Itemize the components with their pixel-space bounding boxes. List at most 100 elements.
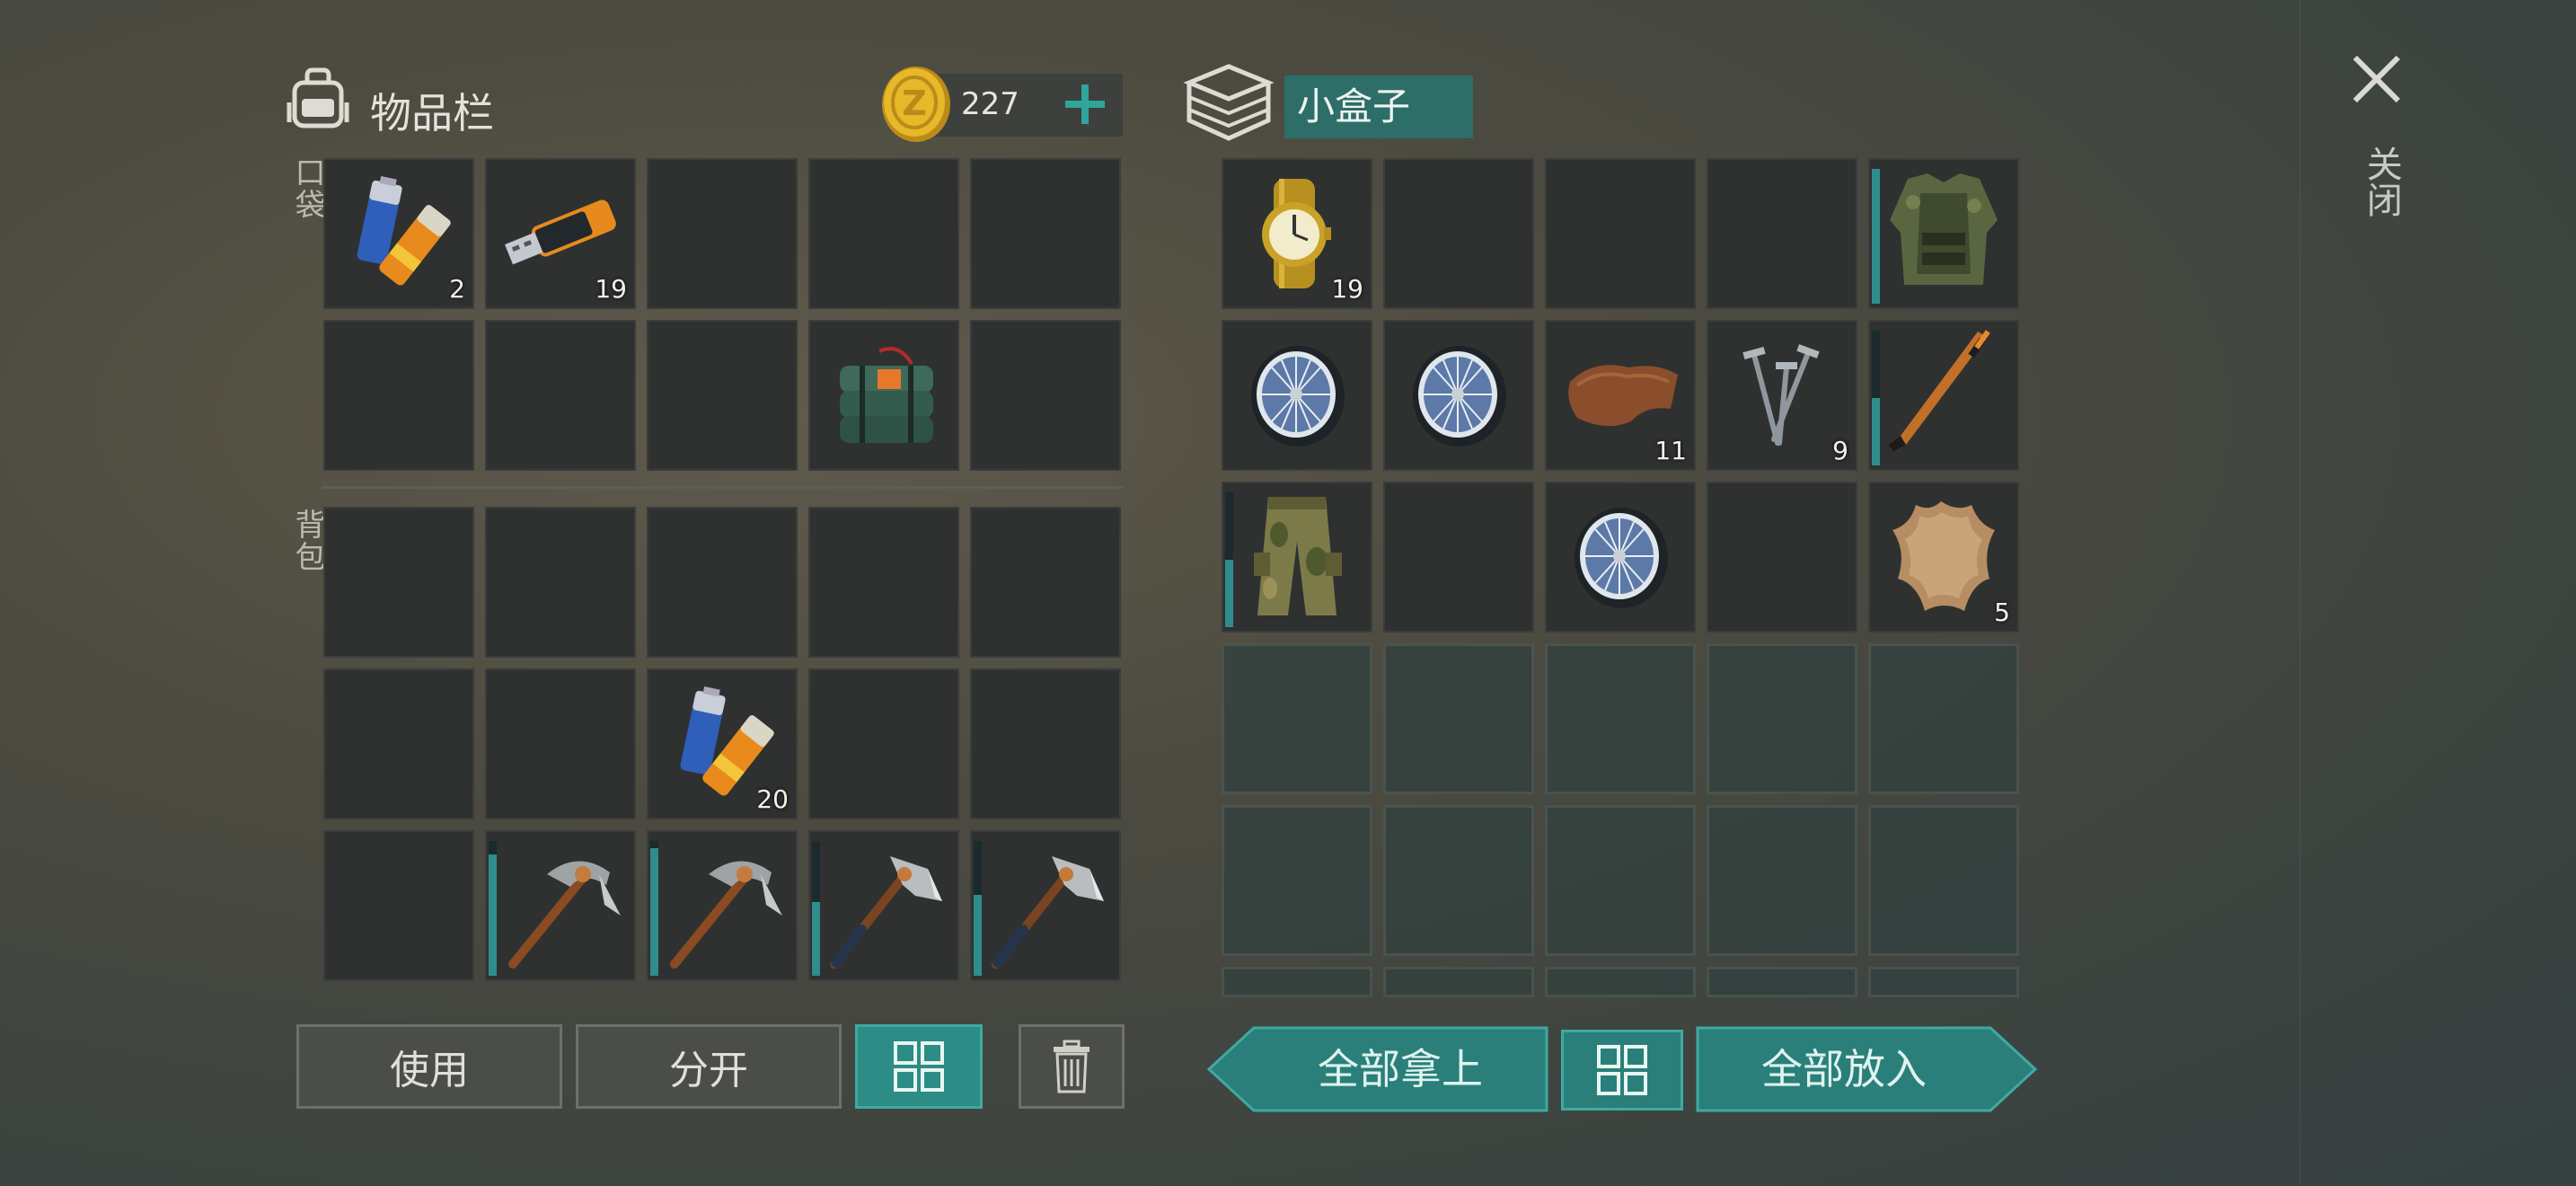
inventory-slot-batteries[interactable]: 2 bbox=[323, 158, 474, 309]
close-label: 关闭 bbox=[2360, 146, 2402, 217]
empty-slot[interactable] bbox=[647, 320, 798, 471]
empty-slot[interactable] bbox=[1707, 643, 1857, 794]
empty-slot[interactable] bbox=[1383, 158, 1534, 309]
grid-icon bbox=[894, 1041, 944, 1092]
take-all-button[interactable]: 全部拿上 bbox=[1206, 1026, 1548, 1112]
empty-slot[interactable] bbox=[1868, 643, 2019, 794]
empty-slot[interactable] bbox=[647, 158, 798, 309]
inventory-slot-hatchet[interactable] bbox=[970, 830, 1121, 981]
durability-bar bbox=[650, 841, 658, 976]
trash-icon bbox=[1054, 1040, 1090, 1093]
coin-icon: Z bbox=[880, 65, 952, 142]
inventory-slot-camo-pants[interactable] bbox=[1222, 482, 1372, 633]
empty-slot[interactable] bbox=[808, 158, 959, 309]
empty-slot[interactable] bbox=[970, 320, 1121, 471]
empty-slot[interactable] bbox=[485, 507, 636, 658]
explosive-charge-icon bbox=[808, 320, 959, 471]
bicycle-wheel-icon bbox=[1383, 320, 1534, 471]
sort-container-button[interactable] bbox=[1561, 1030, 1683, 1111]
empty-slot[interactable] bbox=[485, 320, 636, 471]
svg-text:Z: Z bbox=[902, 84, 927, 123]
use-button[interactable]: 使用 bbox=[296, 1024, 562, 1109]
item-count: 11 bbox=[1654, 436, 1687, 465]
bicycle-wheel-icon bbox=[1222, 320, 1372, 471]
inventory-slot-gold-watch[interactable]: 19 bbox=[1222, 158, 1372, 309]
empty-slot[interactable] bbox=[1545, 805, 1696, 956]
empty-slot[interactable] bbox=[1707, 805, 1857, 956]
empty-slot[interactable] bbox=[808, 507, 959, 658]
item-count: 5 bbox=[1994, 597, 2010, 627]
grid-icon bbox=[1597, 1045, 1647, 1095]
inventory-slot-leather-scrap[interactable]: 11 bbox=[1545, 320, 1696, 471]
empty-slot[interactable] bbox=[323, 668, 474, 819]
inventory-slot-usb-drive[interactable]: 19 bbox=[485, 158, 636, 309]
inventory-slot-nails[interactable]: 9 bbox=[1707, 320, 1857, 471]
empty-slot[interactable] bbox=[647, 507, 798, 658]
hatchet-icon bbox=[970, 830, 1121, 981]
right-panel-divider bbox=[2299, 0, 2301, 1186]
put-all-label: 全部放入 bbox=[1761, 1045, 1927, 1093]
empty-slot[interactable] bbox=[1545, 158, 1696, 309]
empty-slot[interactable] bbox=[970, 668, 1121, 819]
durability-bar bbox=[1225, 492, 1233, 627]
item-count: 20 bbox=[756, 784, 789, 814]
add-coins-button[interactable] bbox=[1060, 79, 1110, 129]
backpack-icon bbox=[286, 66, 350, 131]
empty-slot[interactable] bbox=[970, 158, 1121, 309]
section-divider bbox=[322, 486, 1123, 489]
sort-inventory-button[interactable] bbox=[855, 1024, 983, 1109]
pickaxe-icon bbox=[647, 830, 798, 981]
item-count: 19 bbox=[1331, 274, 1363, 304]
empty-slot[interactable] bbox=[1868, 967, 2019, 997]
empty-slot[interactable] bbox=[1545, 643, 1696, 794]
empty-slot[interactable] bbox=[970, 507, 1121, 658]
item-count: 2 bbox=[449, 274, 465, 304]
durability-bar bbox=[1872, 331, 1880, 465]
inventory-title: 物品栏 bbox=[370, 89, 494, 137]
empty-slot[interactable] bbox=[1383, 967, 1534, 997]
close-icon bbox=[2352, 55, 2401, 103]
split-button[interactable]: 分开 bbox=[576, 1024, 842, 1109]
durability-bar bbox=[489, 841, 497, 976]
empty-slot[interactable] bbox=[1222, 643, 1372, 794]
bicycle-wheel-icon bbox=[1545, 482, 1696, 633]
inventory-slot-tactical-vest[interactable] bbox=[1868, 158, 2019, 309]
inventory-slot-hatchet[interactable] bbox=[808, 830, 959, 981]
coin-count: 227 bbox=[961, 86, 1019, 122]
durability-bar bbox=[1872, 169, 1880, 304]
empty-slot[interactable] bbox=[1868, 805, 2019, 956]
item-count: 19 bbox=[595, 274, 627, 304]
empty-slot[interactable] bbox=[323, 320, 474, 471]
plus-icon bbox=[1065, 84, 1105, 124]
inventory-slot-batteries[interactable]: 20 bbox=[647, 668, 798, 819]
empty-slot[interactable] bbox=[1383, 805, 1534, 956]
tactical-vest-icon bbox=[1868, 158, 2019, 309]
inventory-slot-pickaxe[interactable] bbox=[647, 830, 798, 981]
box-icon bbox=[1183, 63, 1275, 142]
inventory-slot-pickaxe[interactable] bbox=[485, 830, 636, 981]
empty-slot[interactable] bbox=[1707, 158, 1857, 309]
empty-slot[interactable] bbox=[1222, 967, 1372, 997]
inventory-slot-bicycle-wheel[interactable] bbox=[1383, 320, 1534, 471]
inventory-slot-animal-hide[interactable]: 5 bbox=[1868, 482, 2019, 633]
put-all-button[interactable]: 全部放入 bbox=[1696, 1026, 2038, 1112]
empty-slot[interactable] bbox=[1383, 482, 1534, 633]
empty-slot[interactable] bbox=[1707, 967, 1857, 997]
take-all-label: 全部拿上 bbox=[1318, 1045, 1483, 1093]
empty-slot[interactable] bbox=[323, 507, 474, 658]
durability-bar bbox=[812, 841, 820, 976]
pickaxe-icon bbox=[485, 830, 636, 981]
empty-slot[interactable] bbox=[1383, 643, 1534, 794]
empty-slot[interactable] bbox=[1545, 967, 1696, 997]
inventory-slot-hockey-stick[interactable] bbox=[1868, 320, 2019, 471]
discard-button[interactable] bbox=[1019, 1024, 1125, 1109]
empty-slot[interactable] bbox=[1222, 805, 1372, 956]
empty-slot[interactable] bbox=[808, 668, 959, 819]
empty-slot[interactable] bbox=[1707, 482, 1857, 633]
inventory-slot-bicycle-wheel[interactable] bbox=[1222, 320, 1372, 471]
empty-slot[interactable] bbox=[323, 830, 474, 981]
inventory-slot-explosive-charge[interactable] bbox=[808, 320, 959, 471]
empty-slot[interactable] bbox=[485, 668, 636, 819]
close-button[interactable]: 关闭 bbox=[2341, 45, 2413, 243]
inventory-slot-bicycle-wheel[interactable] bbox=[1545, 482, 1696, 633]
